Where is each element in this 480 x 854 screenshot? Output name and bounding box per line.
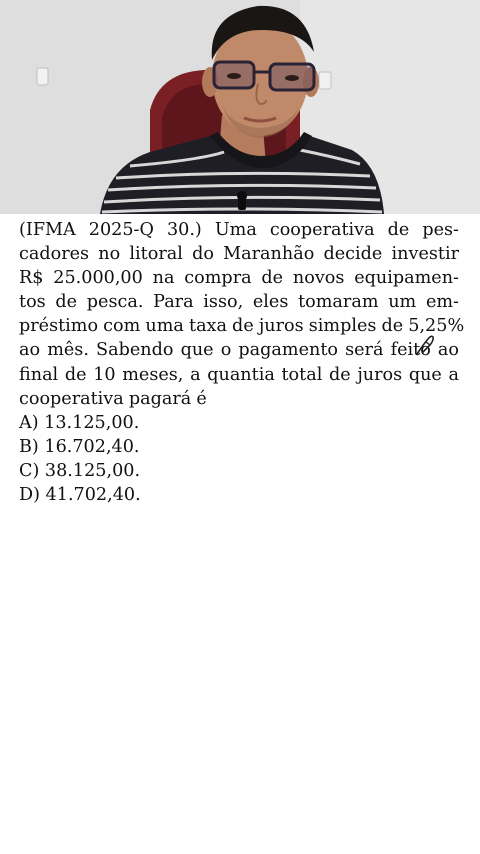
question-line: cooperativa pagará é bbox=[19, 388, 207, 409]
presenter-webcam bbox=[0, 0, 480, 214]
option-a: A) 13.125,00. bbox=[19, 413, 140, 433]
question-line: (IFMA 2025-Q 30.) Uma cooperativa de pes… bbox=[19, 220, 459, 240]
pen-annotation-icon bbox=[416, 335, 434, 355]
option-b: B) 16.702,40. bbox=[19, 437, 140, 458]
question-line: R$ 25.000,00 na compra de novos equipame… bbox=[19, 268, 459, 289]
question-line: cadores no litoral do Maranhão decide in… bbox=[19, 244, 459, 265]
option-d: D) 41.702,40. bbox=[19, 485, 141, 506]
question-line: final de 10 meses, a quantia total de ju… bbox=[19, 364, 459, 385]
question-text: (IFMA 2025-Q 30.) Uma cooperativa de pes… bbox=[19, 218, 465, 411]
answer-options: A) 13.125,00. B) 16.702,40. C) 38.125,00… bbox=[19, 411, 141, 507]
question-line: ao mês. Sabendo que o pagamento será fei… bbox=[19, 340, 459, 361]
question-line: tos de pesca. Para isso, eles tomaram um… bbox=[19, 292, 459, 313]
presenter-illustration bbox=[0, 0, 480, 214]
option-c: C) 38.125,00. bbox=[19, 461, 141, 482]
video-frame: (IFMA 2025-Q 30.) Uma cooperativa de pes… bbox=[0, 0, 480, 854]
question-line: préstimo com uma taxa de juros simples d… bbox=[19, 316, 465, 337]
